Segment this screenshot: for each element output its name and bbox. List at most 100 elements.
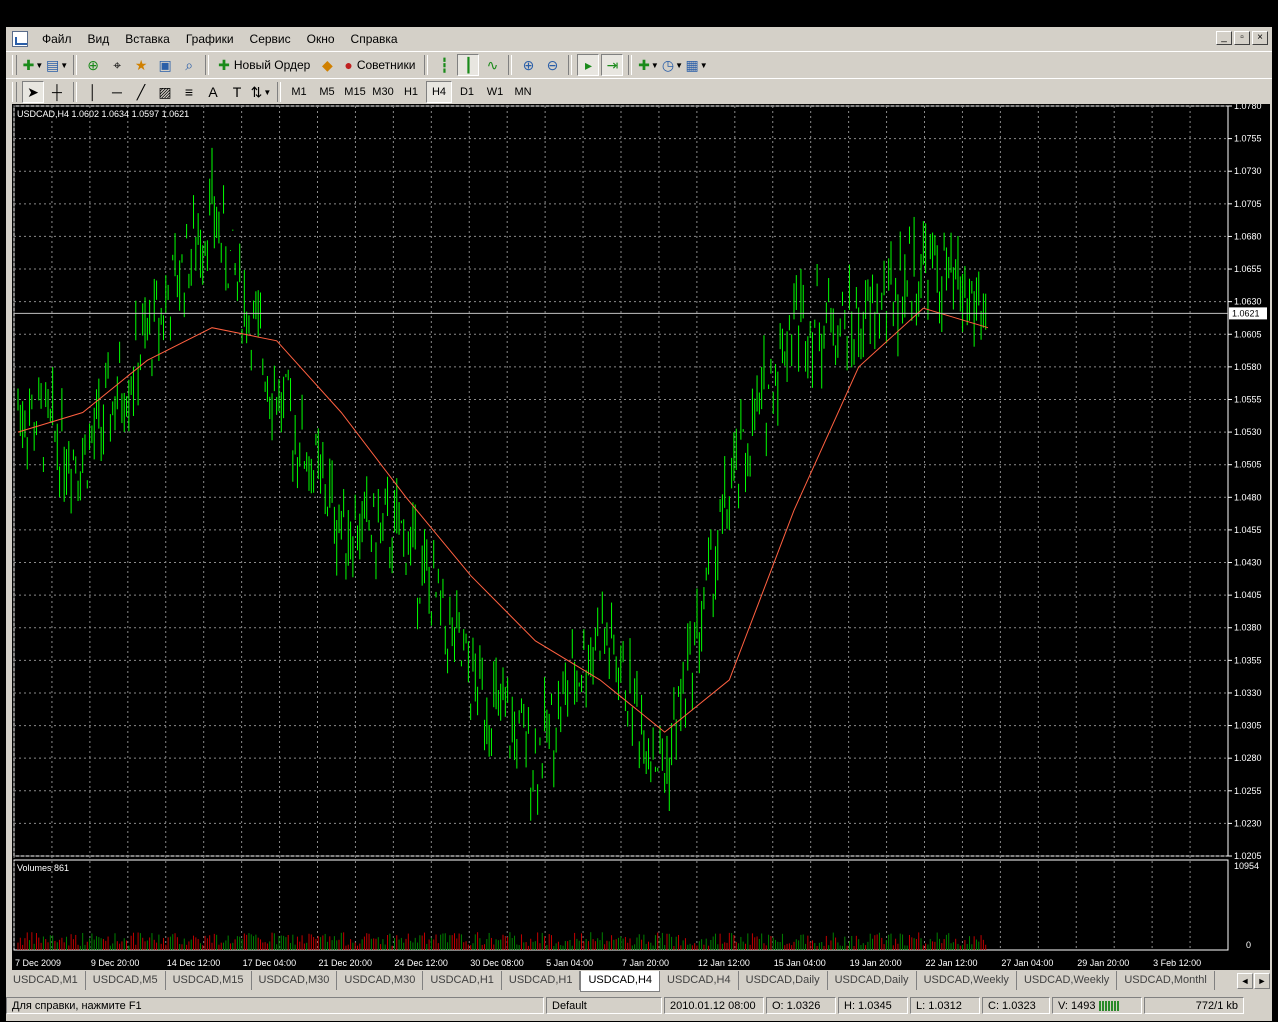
chart-tab[interactable]: USDCAD,Daily [739,971,828,990]
indicators-button[interactable]: ✚ ▼ [637,54,659,76]
timeframe-m15[interactable]: M15 [342,81,368,103]
chart-tab[interactable]: USDCAD,M15 [166,971,252,990]
zoom-in-button[interactable]: ⊕ [517,54,539,76]
tab-scroll: ◄ ► [1237,973,1270,989]
periods-button[interactable]: ◷ ▼ [661,54,683,76]
market-watch-button[interactable]: ⊕ [82,54,104,76]
timeframe-m1[interactable]: M1 [286,81,312,103]
data-window-button[interactable]: ⌖ [106,54,128,76]
market-watch-icon: ⊕ [87,57,100,73]
volumes-indicator-label: Volumes 861 [17,863,70,873]
x-tick-label: 12 Jan 12:00 [698,958,750,968]
expert-advisors-label: Советники [356,58,416,72]
menu-bar: Файл Вид Вставка Графики Сервис Окно Спр… [6,27,1272,51]
candlestick-button[interactable]: ┃ [457,54,480,76]
chart-tab[interactable]: USDCAD,M30 [337,971,424,990]
menu-file[interactable]: Файл [34,29,80,49]
chevron-down-icon: ▼ [650,60,659,70]
expert-advisors-button[interactable]: ● Советники [340,54,419,76]
chart-tab[interactable]: USDCAD,Daily [828,971,917,990]
menu-view[interactable]: Вид [80,29,118,49]
profiles-button[interactable]: ▤ ▼ [46,54,68,76]
chart-tab[interactable]: USDCAD,H1 [423,971,502,990]
vertical-line-button[interactable]: │ [82,81,104,103]
new-order-button[interactable]: ✚ Новый Ордер [214,54,314,76]
toolbar-separator [73,55,78,75]
chart-tab[interactable]: USDCAD,H4 [660,971,739,990]
menu-insert[interactable]: Вставка [117,29,178,49]
app-icon[interactable] [12,31,28,47]
toolbar-grip[interactable] [12,55,17,75]
status-profile: Default [546,996,662,1014]
timeframe-m30[interactable]: M30 [370,81,396,103]
metaeditor-button[interactable]: ◆ [316,54,338,76]
terminal-button[interactable]: ▣ [154,54,176,76]
arrows-button[interactable]: ⇅ ▼ [250,81,272,103]
minimize-button[interactable]: _ [1216,31,1232,45]
autoscroll-icon: ▸ [584,57,592,73]
menu-help[interactable]: Справка [343,29,406,49]
bar-chart-button[interactable]: ┇ [433,54,455,76]
new-order-label: Новый Ордер [233,58,311,72]
chart-tab[interactable]: USDCAD,Weekly [1017,971,1118,990]
chart-tab[interactable]: USDCAD,Monthl [1117,971,1215,990]
equidistant-channel-button[interactable]: ▨ [154,81,176,103]
text-label-button[interactable]: T [226,81,248,103]
autoscroll-button[interactable]: ▸ [577,54,600,76]
line-studies-toolbar: ➤ ┼ │ ─ ╱ ▨ ≡ A T ⇅ ▼ M1 M5 M15 M30 H1 H4… [6,78,1272,105]
templates-button[interactable]: ▦ ▼ [685,54,707,76]
zoom-out-button[interactable]: ⊖ [541,54,563,76]
diamond-icon: ◆ [321,57,333,73]
timeframe-d1[interactable]: D1 [454,81,480,103]
menu-charts[interactable]: Графики [178,29,242,49]
tab-scroll-right-button[interactable]: ► [1254,973,1270,989]
menu-tools[interactable]: Сервис [242,29,299,49]
horizontal-line-button[interactable]: ─ [106,81,128,103]
y-tick-label: 1.0380 [1234,623,1262,633]
timeframe-m5[interactable]: M5 [314,81,340,103]
chart-shift-icon: ⇥ [606,57,619,73]
channel-icon: ▨ [158,84,172,100]
tab-scroll-left-button[interactable]: ◄ [1237,973,1253,989]
cursor-tool-button[interactable]: ➤ [22,81,44,103]
fibonacci-button[interactable]: ≡ [178,81,200,103]
strategy-tester-button[interactable]: ⌕ [178,54,200,76]
menu-window[interactable]: Окно [299,29,343,49]
chart-tab[interactable]: USDCAD,H1 [502,971,581,990]
x-tick-label: 15 Jan 04:00 [774,958,826,968]
status-volume-cell: V: 1493 [1052,996,1142,1014]
trendline-button[interactable]: ╱ [130,81,152,103]
status-volume: V: 1493 [1058,999,1096,1012]
navigator-button[interactable]: ★ [130,54,152,76]
text-tool-button[interactable]: A [202,81,224,103]
x-tick-label: 17 Dec 04:00 [243,958,297,968]
timeframe-w1[interactable]: W1 [482,81,508,103]
restore-button[interactable]: ▫ [1234,31,1250,45]
crosshair-tool-button[interactable]: ┼ [46,81,68,103]
status-datetime: 2010.01.12 08:00 [664,996,764,1014]
chart-tab[interactable]: USDCAD,M5 [86,971,166,990]
timeframe-h1[interactable]: H1 [398,81,424,103]
x-tick-label: 7 Dec 2009 [15,958,61,968]
price-chart[interactable]: 1.0780 1.0755 1.0730 1.0705 1.0680 1.0655 1.06… [12,104,1270,970]
timeframe-mn[interactable]: MN [510,81,536,103]
x-tick-label: 9 Dec 20:00 [91,958,140,968]
chevron-down-icon: ▼ [35,60,44,70]
line-chart-button[interactable]: ∿ [481,54,503,76]
chart-tab-active[interactable]: USDCAD,H4 [580,971,661,992]
close-button[interactable]: × [1252,31,1268,45]
x-tick-label: 21 Dec 20:00 [319,958,373,968]
chart-shift-button[interactable]: ⇥ [601,54,624,76]
chart-tab[interactable]: USDCAD,Weekly [917,971,1017,990]
y-tick-label: 1.0330 [1234,688,1262,698]
fibonacci-icon: ≡ [184,84,194,100]
timeframe-h4[interactable]: H4 [426,81,452,103]
chart-tab[interactable]: USDCAD,M30 [252,971,338,990]
y-tick-label: 1.0605 [1234,329,1262,339]
chart-tab[interactable]: USDCAD,M1 [6,971,86,990]
price-chart-canvas[interactable]: 1.0780 1.0755 1.0730 1.0705 1.0680 1.0655 1.06… [12,104,1270,970]
arrows-icon: ⇅ [250,84,263,100]
new-order-icon: ✚ [218,57,230,73]
toolbar-grip[interactable] [12,82,17,102]
new-chart-button[interactable]: ✚ ▼ [22,54,44,76]
